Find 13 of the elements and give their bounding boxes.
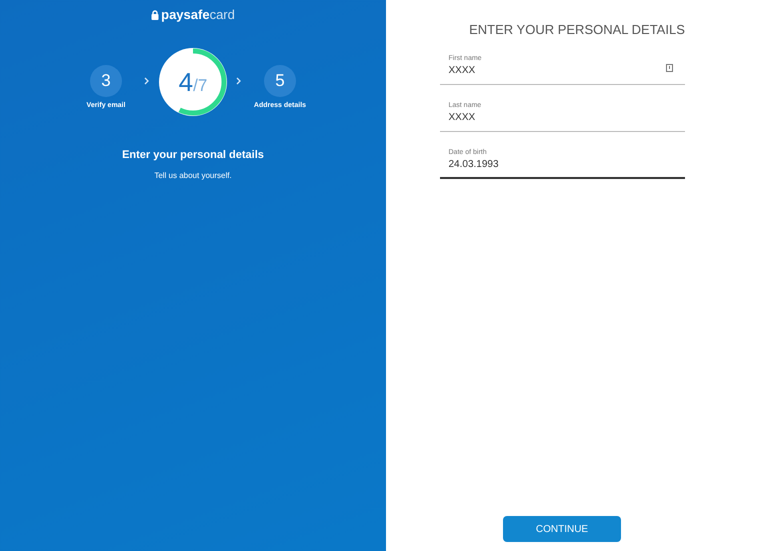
chevron-icon <box>236 77 242 85</box>
field-value: 24.03.1993 <box>448 158 499 170</box>
lock-icon <box>151 10 160 20</box>
logo-text: paysafecard <box>161 8 235 21</box>
step-subheading: Tell us about yourself. <box>154 170 232 182</box>
continue-button[interactable]: CONTINUE <box>503 516 621 542</box>
field-value: XXXX <box>448 110 476 124</box>
field-value: XXXX <box>448 64 476 76</box>
step-counter: 4/7 <box>178 69 208 95</box>
chevron-icon <box>144 77 150 85</box>
autofill-icon[interactable] <box>666 64 672 72</box>
step-heading: Enter your personal details <box>122 148 264 163</box>
form-title: ENTER YOUR PERSONAL DETAILS <box>469 21 685 39</box>
